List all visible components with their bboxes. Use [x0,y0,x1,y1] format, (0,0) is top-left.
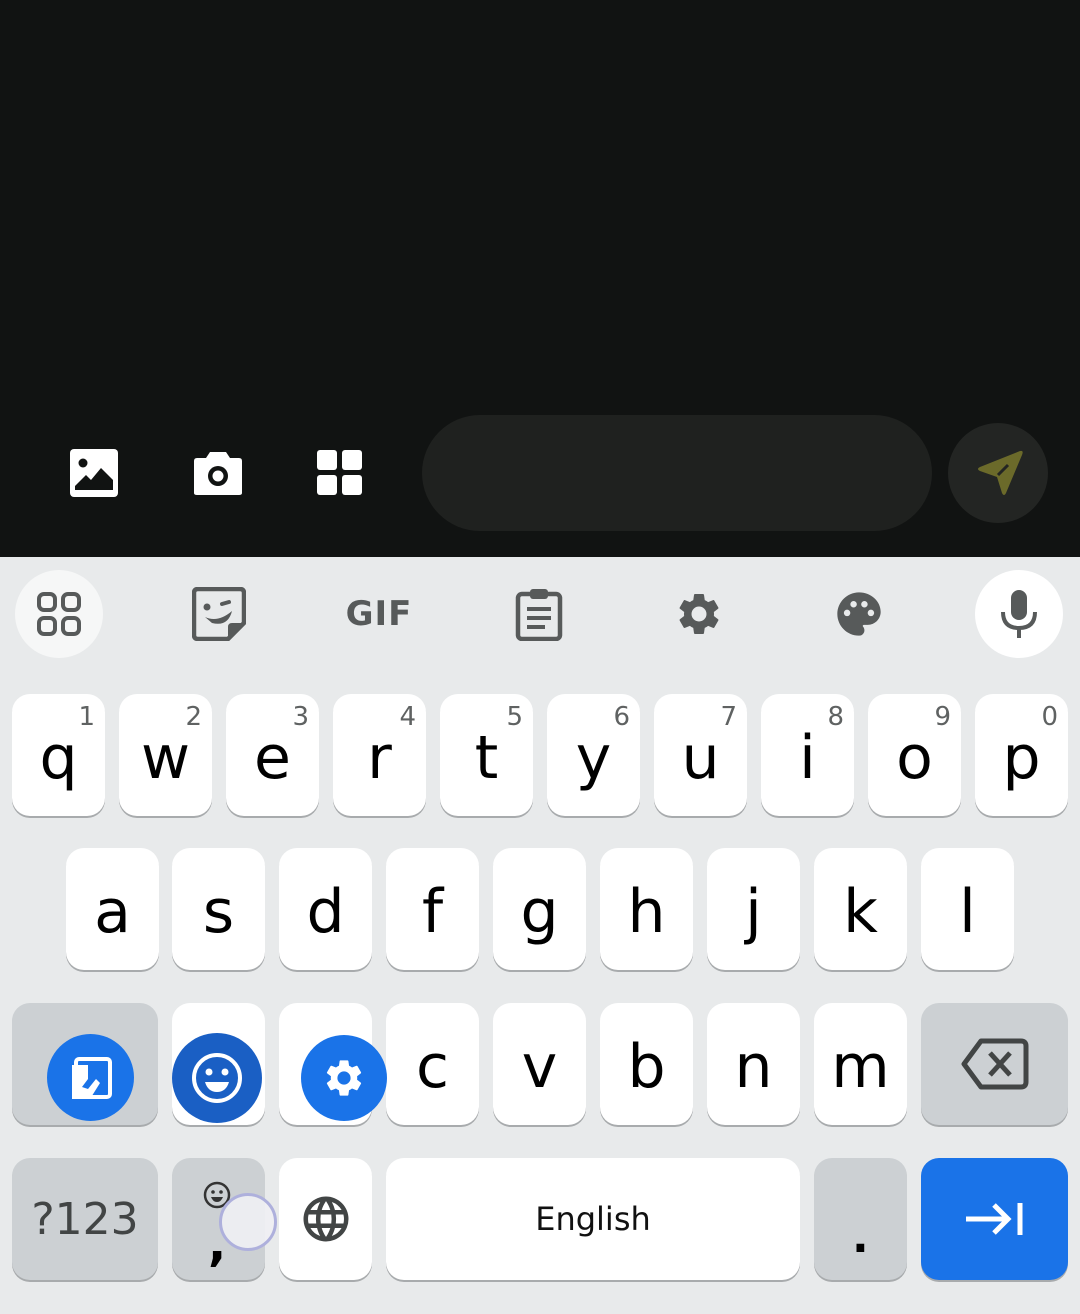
key-y[interactable]: y6 [547,694,640,816]
key-o[interactable]: o9 [868,694,961,816]
tab-next-icon [965,1203,1022,1235]
key-e[interactable]: e3 [226,694,319,816]
grid-icon [317,450,362,495]
palette-icon [837,592,881,636]
key-p[interactable]: p0 [975,694,1068,816]
key-a[interactable]: a [66,848,159,970]
symbols-label: ?123 [31,1193,139,1245]
gear-icon [679,593,719,634]
key-w[interactable]: w2 [119,694,212,816]
send-icon [978,450,1023,495]
apps-button[interactable] [312,445,368,501]
sticker-icon [192,587,246,641]
key-k[interactable]: k [814,848,907,970]
language-key[interactable] [279,1158,372,1280]
clipboard-button[interactable] [495,570,583,658]
key-h[interactable]: h [600,848,693,970]
gif-button[interactable]: GIF [335,570,423,658]
space-label: English [535,1200,651,1238]
key-l[interactable]: l [921,848,1014,970]
gallery-button[interactable] [66,445,122,501]
camera-button[interactable] [190,445,246,501]
key-b[interactable]: b [600,1003,693,1125]
send-button[interactable] [948,423,1048,523]
apps-grid-button[interactable] [15,570,103,658]
gif-label: GIF [345,594,413,634]
touch-indicator [219,1193,277,1251]
messaging-app [0,0,1080,557]
microphone-icon [1001,590,1037,638]
period-key[interactable]: . [814,1158,907,1280]
clipboard-icon [515,589,563,641]
one-handed-mode-button[interactable] [47,1034,134,1121]
key-i[interactable]: i8 [761,694,854,816]
key-c[interactable]: c [386,1003,479,1125]
one-handed-mode-icon [71,1056,112,1099]
key-u[interactable]: u7 [654,694,747,816]
key-q[interactable]: q1 [12,694,105,816]
period-label: . [852,1212,869,1263]
keyboard: GIF q1 w2 e3 r4 t5 y6 u7 i8 o9 p0 a s d … [0,557,1080,1314]
globe-icon [303,1196,348,1242]
key-g[interactable]: g [493,848,586,970]
key-f[interactable]: f [386,848,479,970]
emoji-button[interactable] [172,1033,262,1123]
key-t[interactable]: t5 [440,694,533,816]
key-d[interactable]: d [279,848,372,970]
gear-icon [326,1060,362,1096]
key-n[interactable]: n [707,1003,800,1125]
key-r[interactable]: r4 [333,694,426,816]
sticker-button[interactable] [175,570,263,658]
key-v[interactable]: v [493,1003,586,1125]
image-icon [70,449,118,497]
symbols-key[interactable]: ?123 [12,1158,158,1280]
key-s[interactable]: s [172,848,265,970]
backspace-icon [961,1038,1028,1090]
keyboard-settings-button[interactable] [301,1035,387,1121]
camera-icon [194,452,242,495]
action-key[interactable] [921,1158,1068,1280]
key-m[interactable]: m [814,1003,907,1125]
theme-button[interactable] [815,570,903,658]
space-key[interactable]: English [386,1158,800,1280]
message-input[interactable] [422,415,932,531]
settings-button[interactable] [655,570,743,658]
backspace-key[interactable] [921,1003,1068,1125]
emoji-icon [192,1053,242,1103]
apps-grid-icon [37,592,81,636]
voice-input-button[interactable] [975,570,1063,658]
key-j[interactable]: j [707,848,800,970]
